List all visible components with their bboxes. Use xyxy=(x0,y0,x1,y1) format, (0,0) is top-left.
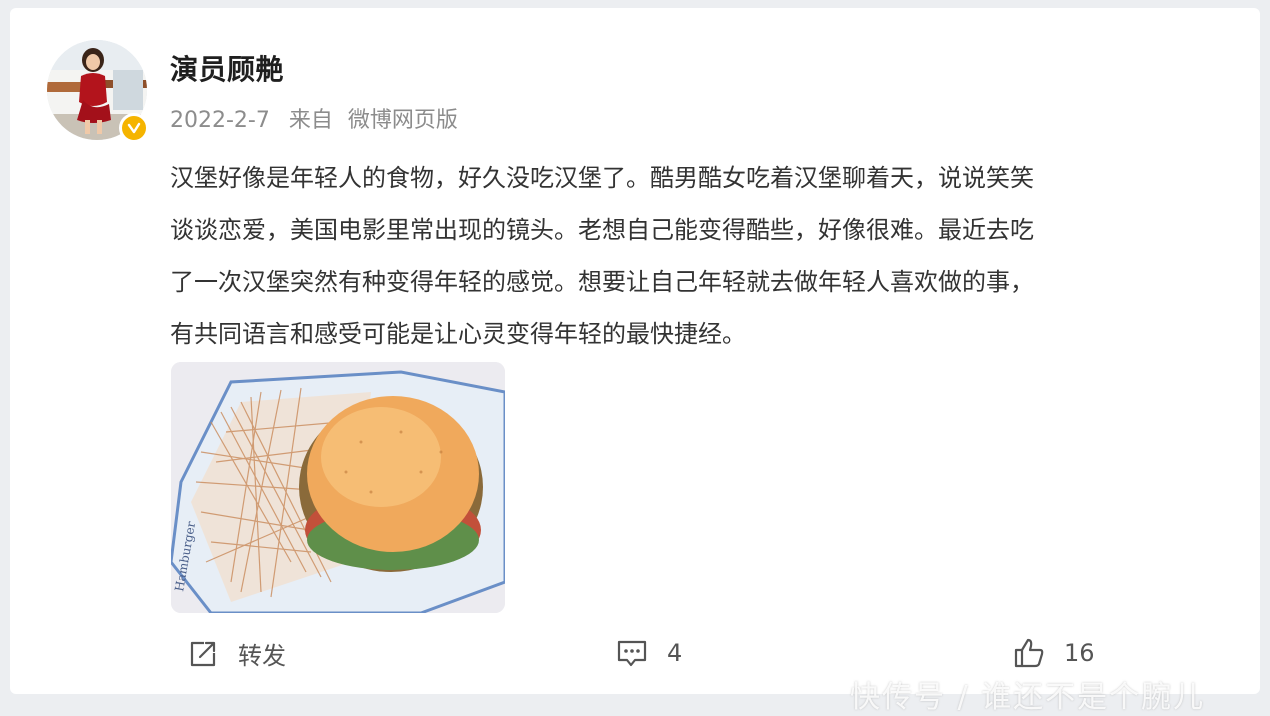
post-date[interactable]: 2022-2-7 xyxy=(170,108,270,133)
thumbs-up-icon xyxy=(1014,638,1044,668)
share-icon xyxy=(190,641,216,666)
source-prefix: 来自 xyxy=(288,108,333,133)
watermark: 快传号 / 谁还不是个腕儿 xyxy=(850,680,1206,715)
post-text-line: 汉堡好像是年轻人的食物，好久没吃汉堡了。酷男酷女吃着汉堡聊着天，说说笑笑 xyxy=(170,164,1034,192)
post-source[interactable]: 微博网页版 xyxy=(348,108,458,133)
hamburger-sketch-image: Hamburger xyxy=(171,362,505,613)
post-meta: 2022-2-7 来自 微博网页版 xyxy=(170,102,470,134)
post-content: 汉堡好像是年轻人的食物，好久没吃汉堡了。酷男酷女吃着汉堡聊着天，说说笑笑 谈谈恋… xyxy=(170,152,1250,360)
post-text-line: 谈谈恋爱，美国电影里常出现的镜头。老想自己能变得酷些，好像很难。最近去吃 xyxy=(170,216,1034,244)
post-image[interactable]: Hamburger xyxy=(171,362,505,613)
post-text-line: 了一次汉堡突然有种变得年轻的感觉。想要让自己年轻就去做年轻人喜欢做的事， xyxy=(170,268,1034,296)
verified-badge-icon xyxy=(119,113,149,143)
comment-icon xyxy=(617,640,647,667)
post-text-line: 有共同语言和感受可能是让心灵变得年轻的最快捷经。 xyxy=(170,320,746,348)
comment-count: 4 xyxy=(667,639,683,667)
like-button[interactable]: 16 xyxy=(1012,636,1095,670)
repost-button[interactable]: 转发 xyxy=(186,636,286,671)
weibo-post-card: 演员顾艴 2022-2-7 来自 微博网页版 汉堡好像是年轻人的食物，好久没吃汉… xyxy=(10,8,1260,694)
comment-button[interactable]: 4 xyxy=(615,636,682,670)
like-count: 16 xyxy=(1064,639,1095,667)
username[interactable]: 演员顾艴 xyxy=(170,48,284,88)
repost-label: 转发 xyxy=(238,642,286,670)
